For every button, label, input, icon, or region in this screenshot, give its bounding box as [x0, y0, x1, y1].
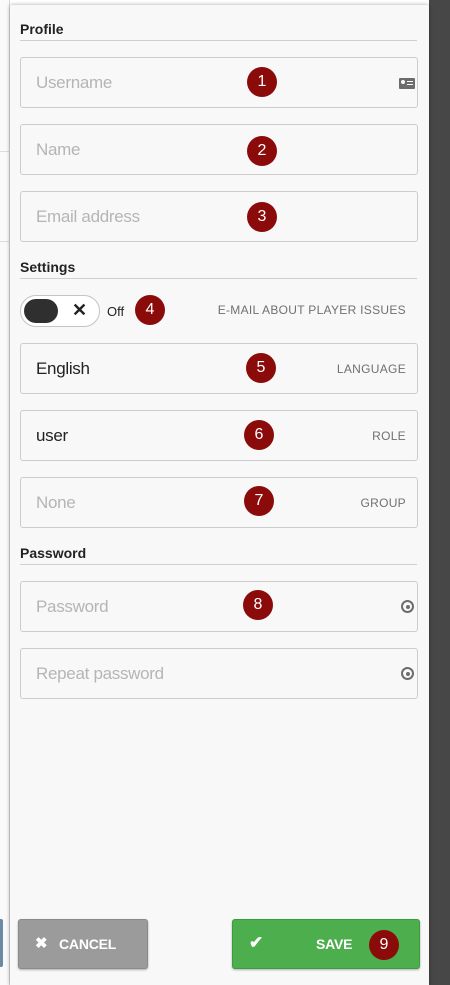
password-field[interactable]	[20, 581, 418, 632]
annotation-badge-3: 3	[247, 202, 277, 232]
name-field[interactable]	[20, 124, 418, 175]
group-select[interactable]: None GROUP	[20, 477, 418, 528]
key-icon[interactable]	[401, 600, 414, 613]
profile-section-title: Profile	[20, 21, 417, 41]
language-select[interactable]: English LANGUAGE	[20, 343, 418, 394]
user-edit-panel: Profile 1 2 3 Settings ✕ Off 4 E-MAIL AB…	[10, 5, 429, 985]
group-value: None	[36, 493, 76, 512]
email-field[interactable]	[20, 191, 418, 242]
email-input[interactable]	[21, 192, 417, 241]
annotation-badge-7: 7	[244, 486, 274, 516]
key-icon[interactable]	[401, 667, 414, 680]
background-divider	[0, 151, 10, 152]
annotation-badge-8: 8	[243, 590, 273, 620]
toggle-caption: E-MAIL ABOUT PLAYER ISSUES	[217, 303, 406, 317]
toggle-knob	[24, 299, 58, 323]
close-icon: ✖	[35, 935, 48, 952]
username-input[interactable]	[21, 58, 417, 107]
checkmark-icon: ✔	[249, 933, 264, 952]
background-button-fragment	[0, 919, 3, 967]
username-field[interactable]	[20, 57, 418, 108]
save-label: SAVE	[316, 936, 353, 952]
background-overlay	[429, 0, 450, 985]
group-label: GROUP	[360, 496, 406, 510]
password-section-title: Password	[20, 545, 417, 565]
annotation-badge-2: 2	[247, 136, 277, 166]
settings-section-title: Settings	[20, 259, 417, 279]
name-input[interactable]	[21, 125, 417, 174]
background-app	[0, 0, 10, 985]
email-issues-toggle[interactable]: ✕	[20, 295, 100, 327]
contact-card-icon	[399, 78, 415, 89]
role-label: ROLE	[372, 429, 406, 443]
role-select[interactable]: user ROLE	[20, 410, 418, 461]
annotation-badge-1: 1	[247, 67, 277, 97]
annotation-badge-6: 6	[244, 420, 274, 450]
repeat-password-field[interactable]	[20, 648, 418, 699]
cancel-button[interactable]: ✖ CANCEL	[18, 919, 148, 969]
annotation-badge-5: 5	[246, 353, 276, 383]
background-divider	[0, 241, 10, 242]
password-input[interactable]	[21, 582, 417, 631]
language-label: LANGUAGE	[336, 362, 406, 376]
toggle-state-label: Off	[107, 304, 125, 319]
close-icon: ✕	[72, 300, 88, 320]
language-value: English	[36, 359, 90, 378]
annotation-badge-9: 9	[369, 930, 399, 960]
role-value: user	[36, 426, 68, 445]
cancel-label: CANCEL	[59, 936, 117, 952]
annotation-badge-4: 4	[135, 295, 165, 325]
repeat-password-input[interactable]	[21, 649, 417, 698]
